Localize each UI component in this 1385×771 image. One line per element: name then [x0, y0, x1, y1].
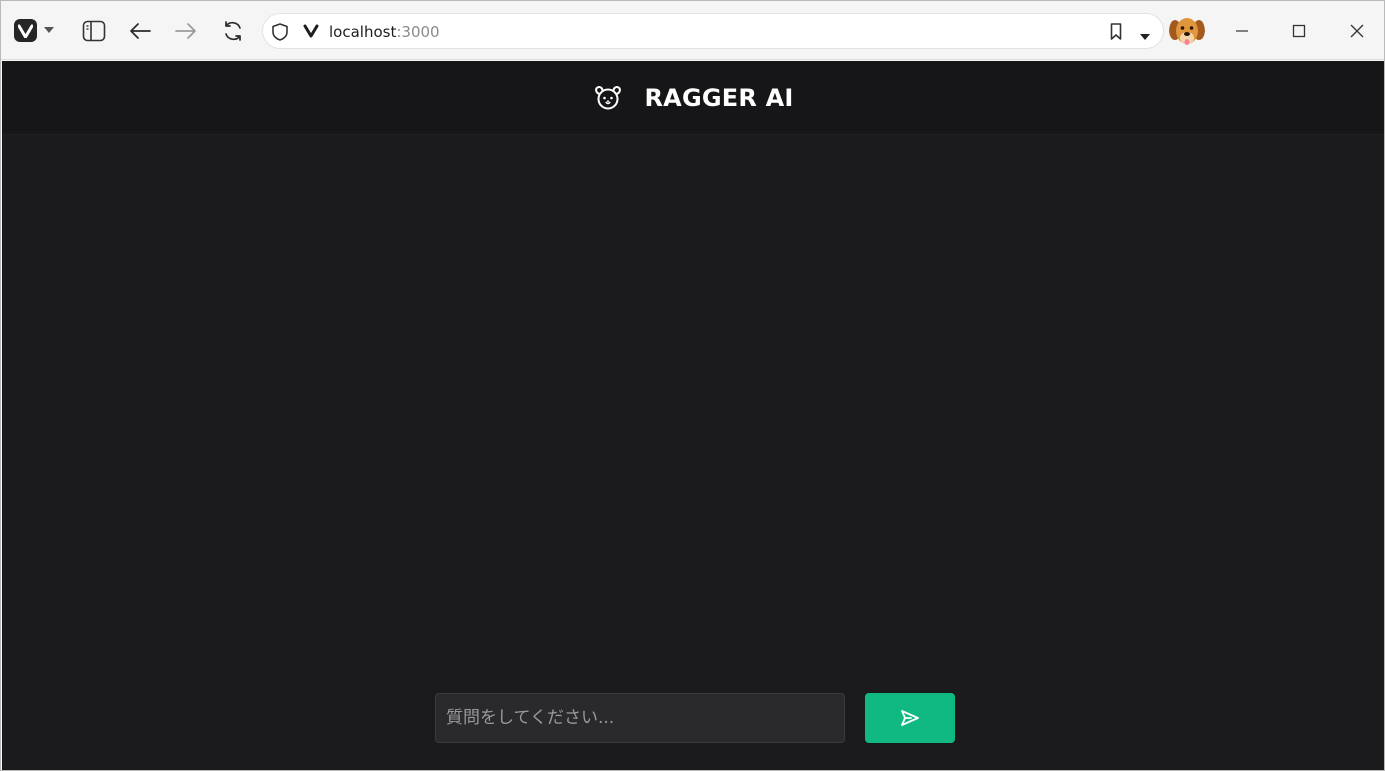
app-title: RAGGER AI	[644, 83, 794, 112]
vivaldi-logo-icon	[18, 24, 33, 38]
arrow-left-icon	[130, 23, 151, 39]
dog-face-icon	[594, 85, 621, 109]
reload-button[interactable]	[218, 15, 248, 47]
close-icon	[1350, 24, 1364, 38]
send-button[interactable]	[865, 693, 955, 743]
back-button[interactable]	[125, 15, 155, 47]
site-identity	[303, 24, 319, 43]
brand: RAGGER AI	[593, 84, 794, 112]
minimize-icon	[1236, 30, 1248, 32]
sidebar-panel-icon	[82, 20, 106, 42]
bookmark-button[interactable]	[1109, 22, 1123, 46]
question-input[interactable]	[435, 693, 845, 743]
url-host: localhost	[329, 23, 397, 41]
url-text[interactable]: localhost:3000	[329, 23, 440, 41]
chat-composer	[435, 693, 955, 743]
url-port: :3000	[396, 23, 440, 41]
arrow-right-icon	[175, 23, 196, 39]
app-header: RAGGER AI	[2, 61, 1384, 135]
dog-avatar-icon	[1169, 13, 1205, 49]
browser-window: localhost:3000 RAGGER AI 質問をしてください...	[0, 0, 1385, 771]
address-bar[interactable]: localhost:3000	[262, 13, 1164, 49]
minimize-button[interactable]	[1227, 15, 1257, 47]
close-button[interactable]	[1342, 15, 1372, 47]
app-root: RAGGER AI	[2, 61, 1384, 770]
site-security-button[interactable]	[271, 22, 289, 47]
vivaldi-menu-caret-icon[interactable]	[44, 27, 54, 33]
shield-icon	[272, 23, 288, 41]
panel-toggle-button[interactable]	[79, 15, 109, 47]
vivaldi-menu-button[interactable]	[14, 19, 37, 42]
chat-messages	[2, 136, 1384, 676]
send-icon	[901, 710, 919, 726]
forward-button[interactable]	[171, 15, 201, 47]
reload-icon	[225, 21, 241, 41]
chevron-down-icon	[1140, 34, 1150, 40]
bookmark-icon	[1110, 23, 1122, 40]
maximize-button[interactable]	[1284, 15, 1314, 47]
maximize-icon	[1292, 24, 1306, 38]
profile-avatar[interactable]	[1169, 13, 1205, 49]
vivaldi-v-icon	[303, 24, 319, 38]
address-dropdown-button[interactable]	[1139, 28, 1151, 46]
browser-toolbar: localhost:3000	[1, 1, 1384, 60]
